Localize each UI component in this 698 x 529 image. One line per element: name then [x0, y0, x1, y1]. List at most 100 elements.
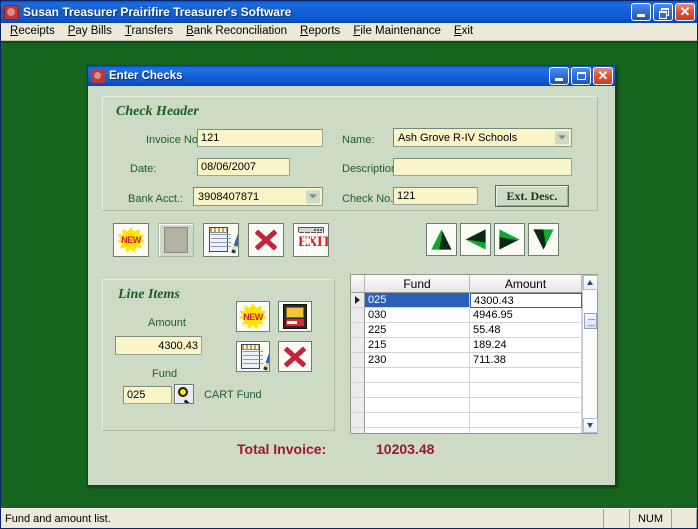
- description-input[interactable]: [393, 158, 572, 176]
- scroll-down-button[interactable]: [582, 418, 598, 433]
- row-selector[interactable]: [351, 308, 365, 323]
- bank-acct-combo[interactable]: 3908407871: [193, 187, 323, 206]
- ext-desc-button[interactable]: Ext. Desc.: [495, 185, 569, 207]
- close-icon: ✕: [597, 68, 609, 83]
- cell-amount[interactable]: [470, 383, 582, 398]
- exit-button[interactable]: EXIT: [293, 223, 329, 257]
- grid-vertical-scrollbar[interactable]: [582, 275, 598, 433]
- triangle-right-icon: [499, 229, 520, 250]
- table-row[interactable]: 025 4300.43: [351, 293, 582, 308]
- child-close-button[interactable]: ✕: [593, 67, 613, 85]
- statusbar: Fund and amount list. NUM: [1, 508, 697, 528]
- delete-line-item-button[interactable]: [278, 341, 312, 372]
- child-window-controls: ✕: [549, 67, 613, 85]
- cell-amount[interactable]: [470, 368, 582, 383]
- blank-card-button[interactable]: [158, 223, 194, 257]
- row-selector[interactable]: [351, 413, 365, 428]
- row-selector[interactable]: [351, 368, 365, 383]
- fund-amount-grid[interactable]: Fund Amount 025 4300.43 030 4946.95 225 …: [350, 274, 598, 434]
- cell-fund[interactable]: [365, 398, 470, 413]
- grid-header-fund[interactable]: Fund: [365, 275, 470, 292]
- cell-fund[interactable]: [365, 413, 470, 428]
- edit-line-item-button[interactable]: [236, 341, 270, 372]
- table-row[interactable]: [351, 368, 582, 383]
- menu-item-pay-bills[interactable]: Pay Bills: [62, 24, 119, 39]
- nav-last-button[interactable]: [528, 223, 559, 256]
- edit-check-button[interactable]: [203, 223, 239, 257]
- grid-header-amount[interactable]: Amount: [470, 275, 582, 292]
- nav-first-button[interactable]: [426, 223, 457, 256]
- chevron-down-icon[interactable]: [555, 130, 569, 145]
- row-selector[interactable]: [351, 383, 365, 398]
- save-line-item-button[interactable]: [278, 301, 312, 332]
- cell-fund[interactable]: 230: [365, 353, 470, 368]
- menu-item-exit[interactable]: Exit: [448, 24, 480, 39]
- table-row[interactable]: [351, 428, 582, 433]
- date-input[interactable]: 08/06/2007: [197, 158, 290, 176]
- cell-fund[interactable]: [365, 428, 470, 433]
- child-maximize-button[interactable]: [571, 67, 591, 85]
- status-pane-tail: [671, 509, 697, 528]
- edit-notepad-icon: [208, 227, 238, 254]
- row-selector[interactable]: [351, 398, 365, 413]
- menu-item-reports[interactable]: Reports: [294, 24, 347, 39]
- fund-lookup-button[interactable]: [174, 384, 194, 404]
- new-check-button[interactable]: NEW: [113, 223, 149, 257]
- restore-icon: [659, 8, 669, 19]
- cell-amount[interactable]: [470, 413, 582, 428]
- minimize-button[interactable]: [631, 3, 651, 21]
- mdi-client-area: Enter Checks ✕ Check Header Invoice No.:…: [1, 41, 697, 508]
- scrollbar-thumb[interactable]: [584, 313, 597, 329]
- cell-fund[interactable]: 215: [365, 338, 470, 353]
- table-row[interactable]: 030 4946.95: [351, 308, 582, 323]
- fund-input[interactable]: 025: [123, 386, 172, 404]
- triangle-up-icon: [431, 229, 452, 250]
- table-row[interactable]: 215 189.24: [351, 338, 582, 353]
- fund-label: Fund: [152, 368, 178, 380]
- amount-input[interactable]: 4300.43: [115, 336, 202, 355]
- new-line-item-button[interactable]: NEW: [236, 301, 270, 332]
- triangle-left-icon: [465, 229, 486, 250]
- cell-fund[interactable]: 030: [365, 308, 470, 323]
- row-selector[interactable]: [351, 338, 365, 353]
- table-row[interactable]: 225 55.48: [351, 323, 582, 338]
- table-row[interactable]: [351, 413, 582, 428]
- invoice-no-input[interactable]: 121: [197, 129, 323, 147]
- scroll-up-button[interactable]: [582, 275, 598, 290]
- cell-fund[interactable]: [365, 383, 470, 398]
- cell-amount[interactable]: 55.48: [470, 323, 582, 338]
- table-row[interactable]: [351, 383, 582, 398]
- close-button[interactable]: ✕: [675, 3, 695, 21]
- minimize-icon: [555, 78, 563, 81]
- menu-item-receipts[interactable]: Receipts: [4, 24, 62, 39]
- check-no-input[interactable]: 121: [393, 187, 478, 205]
- cell-amount[interactable]: 4946.95: [470, 308, 582, 323]
- row-selector[interactable]: [351, 428, 365, 433]
- chevron-down-icon[interactable]: [306, 189, 320, 204]
- restore-button[interactable]: [653, 3, 673, 21]
- cell-amount[interactable]: 189.24: [470, 338, 582, 353]
- check-no-label: Check No.:: [342, 193, 397, 205]
- cell-amount[interactable]: [470, 428, 582, 433]
- cell-fund[interactable]: [365, 368, 470, 383]
- cell-amount[interactable]: [470, 398, 582, 413]
- row-selector[interactable]: [351, 293, 365, 308]
- child-minimize-button[interactable]: [549, 67, 569, 85]
- red-x-icon: [253, 228, 279, 252]
- table-row[interactable]: 230 711.38: [351, 353, 582, 368]
- cell-amount[interactable]: 711.38: [470, 353, 582, 368]
- nav-next-button[interactable]: [494, 223, 525, 256]
- name-combo[interactable]: Ash Grove R-IV Schools: [393, 128, 572, 147]
- menu-item-transfers[interactable]: Transfers: [119, 24, 180, 39]
- cell-fund[interactable]: 025: [365, 293, 470, 308]
- row-selector[interactable]: [351, 323, 365, 338]
- grid-body: Fund Amount 025 4300.43 030 4946.95 225 …: [351, 275, 582, 433]
- cell-amount[interactable]: 4300.43: [470, 293, 582, 308]
- menu-item-file-maintenance[interactable]: File Maintenance: [347, 24, 448, 39]
- table-row[interactable]: [351, 398, 582, 413]
- delete-check-button[interactable]: [248, 223, 284, 257]
- nav-prev-button[interactable]: [460, 223, 491, 256]
- menu-item-bank-reconciliation[interactable]: Bank Reconciliation: [180, 24, 294, 39]
- row-selector[interactable]: [351, 353, 365, 368]
- cell-fund[interactable]: 225: [365, 323, 470, 338]
